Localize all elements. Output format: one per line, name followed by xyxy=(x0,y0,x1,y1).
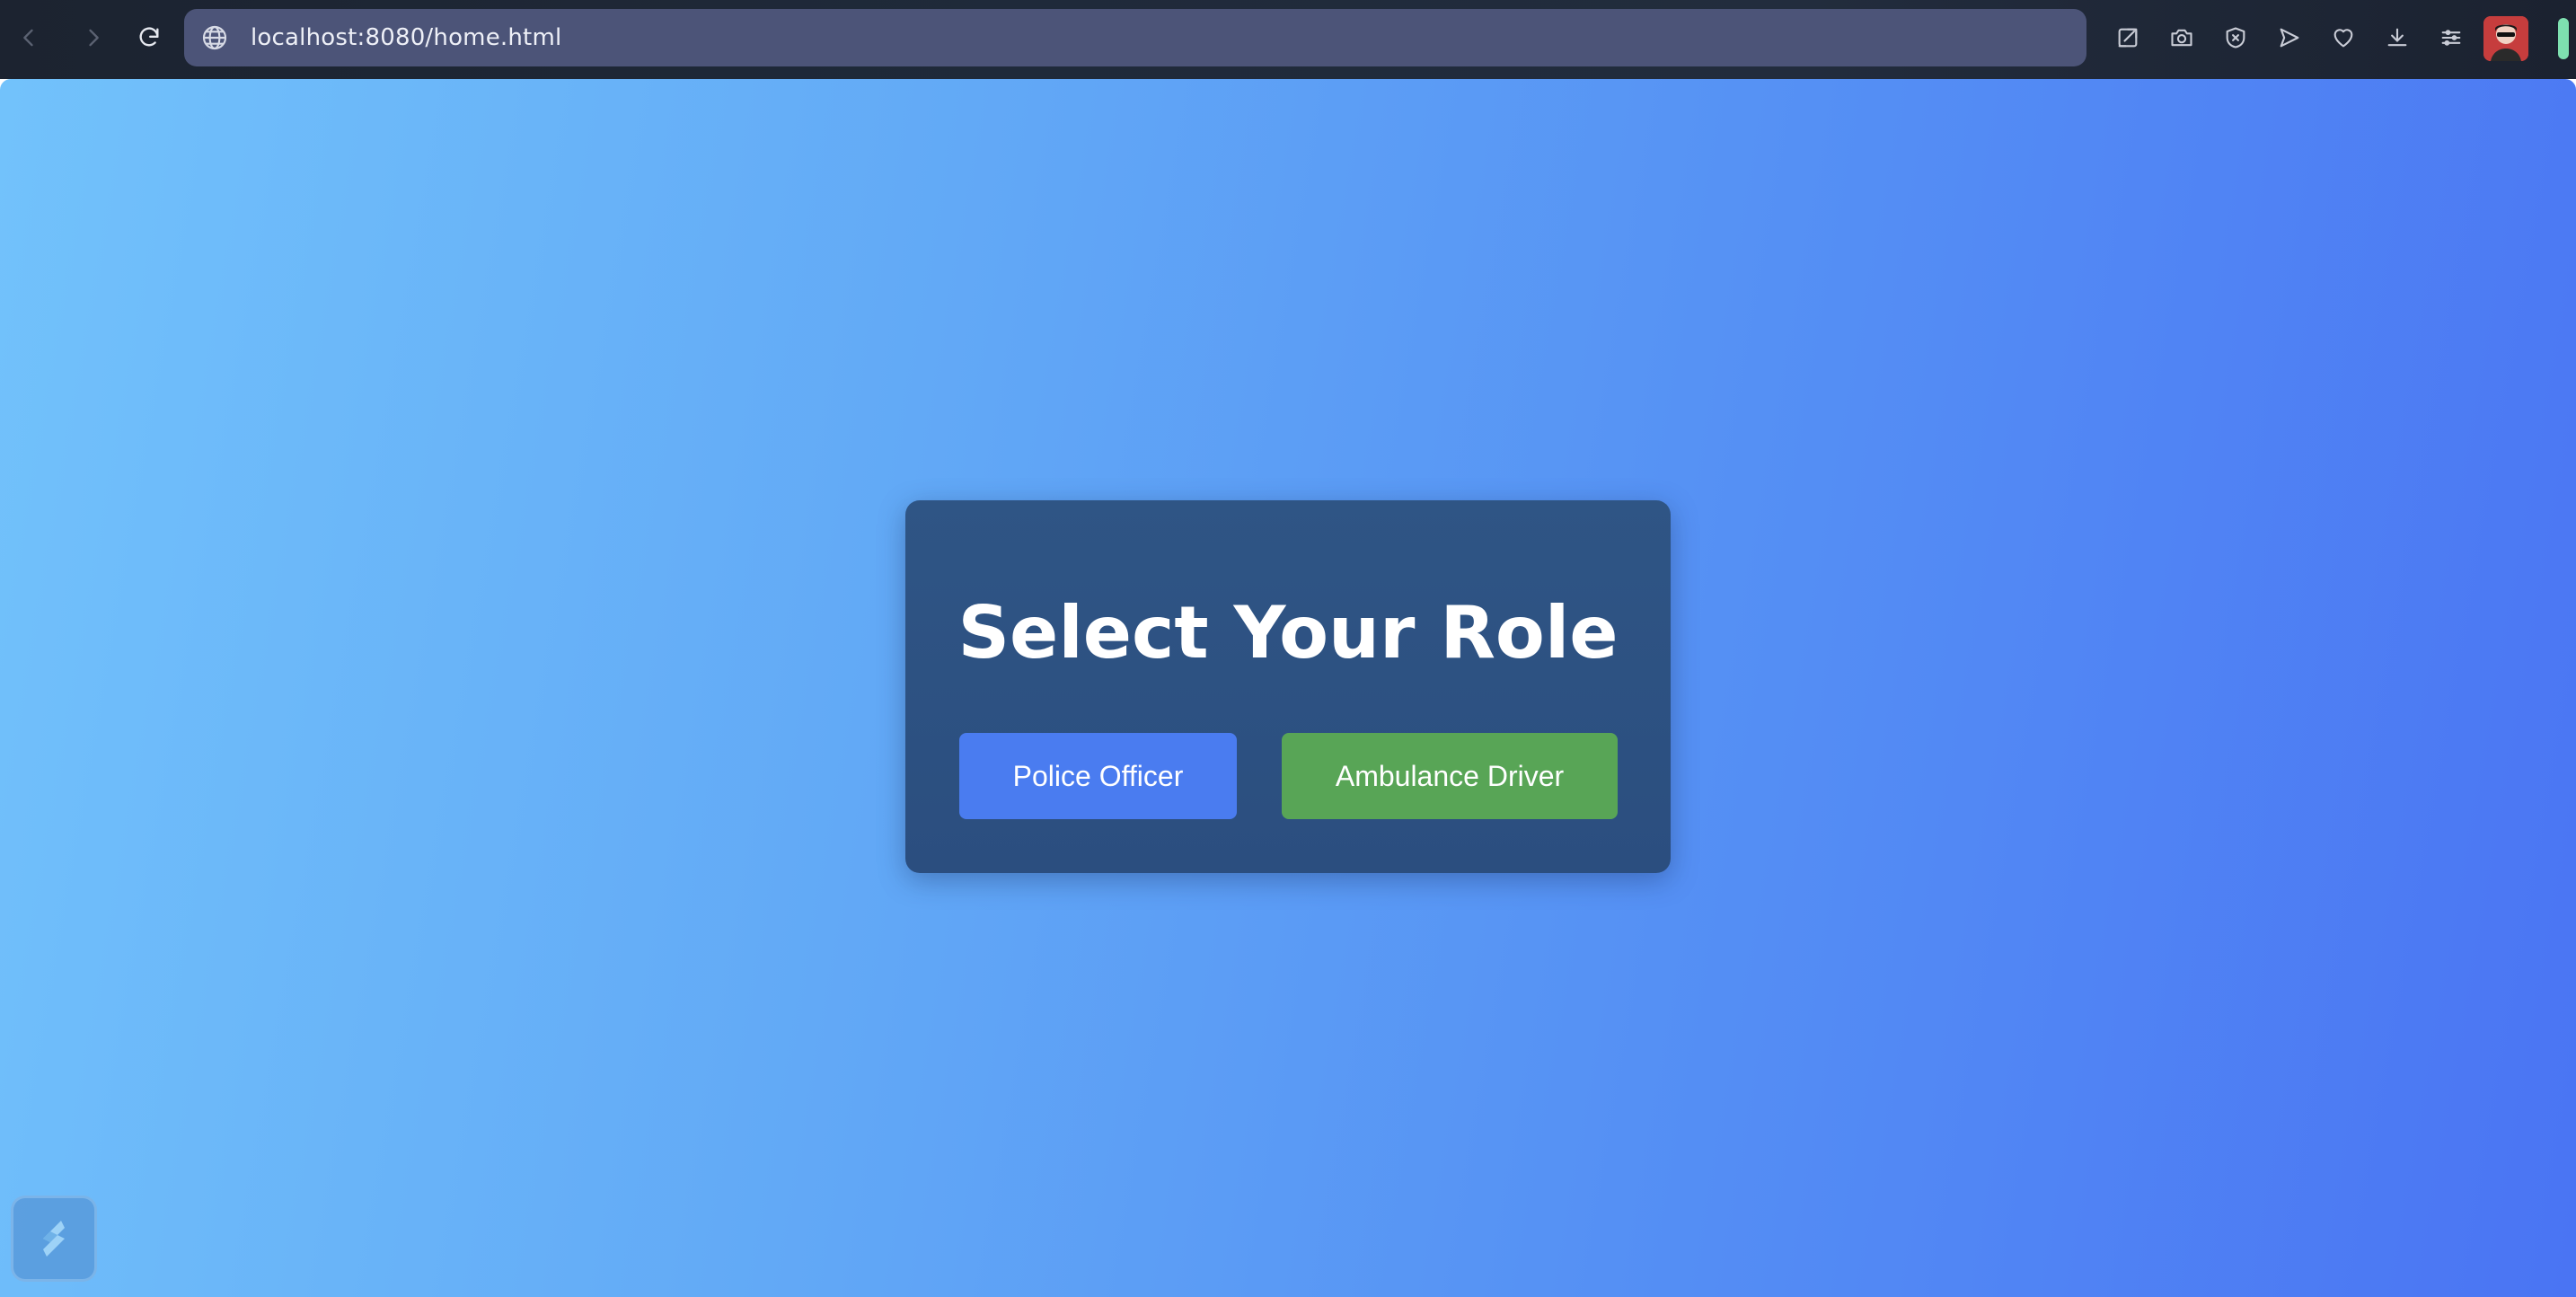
favorite-button[interactable] xyxy=(2325,20,2361,56)
shield-button[interactable] xyxy=(2218,20,2254,56)
download-icon xyxy=(2387,28,2407,47)
back-button[interactable] xyxy=(7,16,50,59)
reload-icon xyxy=(139,27,159,47)
globe-icon xyxy=(202,25,227,50)
camera-icon xyxy=(2171,29,2192,47)
send-button[interactable] xyxy=(2272,20,2307,56)
shield-icon xyxy=(2226,27,2245,49)
sidebar-toggle[interactable] xyxy=(2558,18,2569,59)
edit-button[interactable] xyxy=(2110,20,2146,56)
app-launcher-icon xyxy=(43,1221,65,1257)
send-icon xyxy=(2280,28,2299,48)
chevron-left-icon xyxy=(23,29,33,47)
police-officer-button[interactable]: Police Officer xyxy=(959,733,1237,819)
avatar[interactable] xyxy=(2483,16,2528,61)
page-title: Select Your Role xyxy=(957,591,1619,675)
url-text: localhost:8080/home.html xyxy=(251,24,562,51)
floating-app-button[interactable] xyxy=(11,1196,97,1282)
role-selection-card: Select Your Role Police Officer Ambulanc… xyxy=(905,500,1671,873)
download-button[interactable] xyxy=(2379,20,2415,56)
ambulance-driver-button[interactable]: Ambulance Driver xyxy=(1282,733,1618,819)
settings-button[interactable] xyxy=(2433,20,2469,56)
edit-icon xyxy=(2118,28,2138,48)
forward-button[interactable] xyxy=(72,16,115,59)
page-viewport: Select Your Role Police Officer Ambulanc… xyxy=(0,79,2576,1297)
address-bar[interactable]: localhost:8080/home.html xyxy=(184,9,2086,66)
browser-toolbar: localhost:8080/home.html xyxy=(0,0,2576,79)
screenshot-button[interactable] xyxy=(2164,20,2200,56)
reload-button[interactable] xyxy=(128,16,171,59)
chevron-right-icon xyxy=(89,29,99,47)
sliders-icon xyxy=(2441,30,2461,46)
profile-avatar-icon xyxy=(2483,16,2528,61)
heart-icon xyxy=(2333,29,2353,48)
